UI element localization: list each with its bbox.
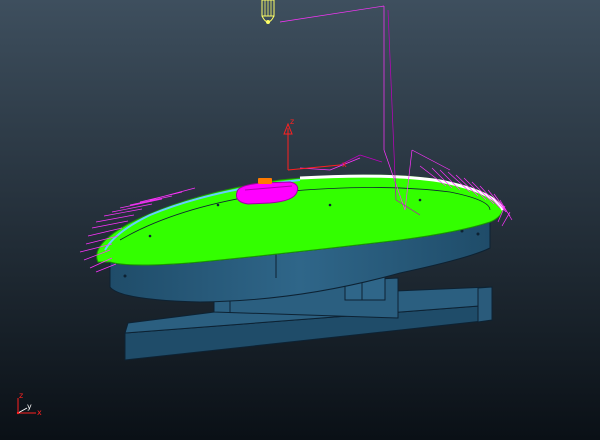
workplane-z-label: z (290, 117, 294, 126)
workplane-x-label: x (342, 160, 347, 169)
bolt-hole (123, 274, 127, 278)
tool-tip-point (266, 20, 270, 24)
surface-hole (418, 198, 422, 202)
triad-z-label: z (19, 391, 23, 400)
surface-hole (148, 234, 152, 238)
orange-tool-marker (258, 178, 272, 184)
surface-hole (216, 203, 220, 207)
lower-flange-side (477, 286, 493, 323)
triad-origin (16, 411, 20, 415)
triad-y-label: y (27, 402, 32, 411)
bolt-hole (476, 232, 480, 236)
3d-scene[interactable]: z x z x y (0, 0, 600, 440)
triad-x-label: x (37, 408, 42, 417)
graphics-viewport[interactable]: z x z x y (0, 0, 600, 440)
surface-hole (328, 203, 332, 207)
